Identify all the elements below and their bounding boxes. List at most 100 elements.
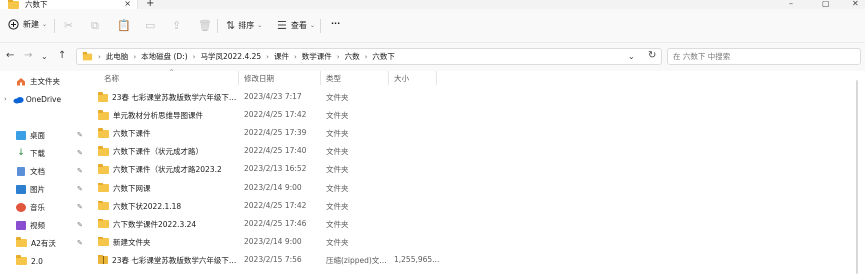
cut-icon[interactable]: ✂ [64, 19, 73, 32]
sidebar-item-a2[interactable]: A2有沃 ✎ [0, 236, 93, 250]
column-header-name[interactable]: 名称 [104, 73, 119, 84]
folder-icon [98, 200, 109, 211]
pin-icon[interactable]: ✎ [77, 131, 83, 139]
file-name-cell[interactable]: 六下数学课件2022.3.24 [98, 218, 238, 230]
table-row[interactable]: 单元教材分析思维导图课件 2022/4/25 17:42 文件夹 [93, 107, 865, 125]
table-row[interactable]: 23春 七彩课堂苏教版数学六年级下册教... 2023/2/15 7:56 压缩(z… [93, 252, 865, 270]
file-name: 23春 七彩课堂苏教版数学六年级下册教... [111, 255, 238, 265]
back-icon[interactable]: ← [6, 50, 14, 61]
file-name-cell[interactable]: 单元教材分析思维导图课件 [98, 110, 238, 121]
breadcrumb-current[interactable]: 六数下 [372, 51, 395, 62]
file-name: 六数下课件（状元成才路2023.2 [113, 165, 222, 175]
table-row[interactable]: 六数下课件（状元成才路） 2022/4/25 17:40 文件夹 [93, 143, 865, 161]
view-button-label: 查看 [290, 21, 307, 30]
file-name-cell[interactable]: 23春 七彩课堂苏教版数学六年级下册教... [98, 92, 238, 103]
sidebar-item-desktop[interactable]: 桌面 ✎ [0, 128, 93, 142]
column-header-type[interactable]: 类型 [326, 73, 341, 84]
breadcrumb-grade6-math[interactable]: 六数 [345, 51, 360, 62]
sidebar-item-pictures[interactable]: 图片 ✎ [0, 182, 93, 196]
address-history-chevron-icon[interactable]: ⌄ [628, 52, 635, 61]
file-name: 六数下网课 [113, 183, 151, 193]
rename-icon[interactable]: ▭ [145, 19, 155, 32]
expand-chevron-icon[interactable]: › [4, 95, 7, 103]
file-name-cell[interactable]: 六数下课件（状元成才路） [98, 146, 238, 157]
sort-button[interactable]: ⇅ 排序 ⌄ [226, 19, 262, 32]
desktop-icon [16, 130, 26, 140]
sidebar-item-home[interactable]: 主文件夹 [0, 74, 93, 88]
table-row[interactable]: 六数下状2022.1.18 2022/4/25 17:42 文件夹 [93, 198, 865, 216]
video-icon [16, 220, 26, 230]
sidebar-item-music[interactable]: 音乐 ✎ [0, 200, 93, 214]
column-divider[interactable] [436, 71, 437, 85]
recent-chevron-icon[interactable]: ⌄ [41, 52, 48, 61]
pin-icon[interactable]: ✎ [77, 221, 83, 229]
column-header-modified[interactable]: 修改日期 [244, 73, 274, 84]
pin-icon[interactable]: ✎ [77, 149, 83, 157]
view-button[interactable]: ☰ 查看 ⌄ [277, 19, 315, 32]
refresh-icon[interactable]: ↻ [648, 50, 656, 61]
file-name-cell[interactable]: 23春 七彩课堂苏教版数学六年级下册教... [98, 254, 238, 266]
sidebar-item-onedrive[interactable]: › OneDrive [0, 92, 93, 106]
sidebar-item-label: 视频 [30, 220, 45, 230]
pin-icon[interactable]: ✎ [77, 167, 83, 175]
delete-icon[interactable]: 🗑 [198, 19, 212, 32]
table-row[interactable]: 六下数学课件2022.3.24 2022/4/25 17:46 文件夹 [93, 216, 865, 234]
file-date: 2022/4/25 17:40 [244, 146, 307, 156]
new-button[interactable]: 新建 ⌄ [8, 19, 47, 30]
breadcrumb-this-pc[interactable]: 此电脑 [106, 51, 129, 62]
breadcrumb-user-folder[interactable]: 马学凤2022.4.25 [200, 51, 261, 62]
table-row[interactable]: 新建文件夹 2023/2/14 9:00 文件夹 [93, 234, 865, 252]
breadcrumb-courseware[interactable]: 课件 [274, 51, 289, 62]
minimize-icon[interactable]: – [789, 0, 793, 8]
zip-folder-icon [98, 254, 108, 265]
close-window-icon[interactable]: ✕ [852, 0, 859, 8]
search-input[interactable]: 在 六数下 中搜索 [667, 48, 861, 65]
pin-icon[interactable]: ✎ [77, 239, 83, 247]
forward-icon[interactable]: → [24, 50, 32, 61]
table-row[interactable]: 六数下课件（状元成才路2023.2 2023/2/13 16:52 文件夹 [93, 161, 865, 179]
breadcrumb-math-courseware[interactable]: 数学课件 [302, 51, 332, 62]
sidebar-item-label: OneDrive [25, 94, 62, 104]
sidebar-item-label: 桌面 [30, 130, 45, 140]
share-icon[interactable]: ⇪ [172, 19, 181, 32]
file-name-cell[interactable]: 新建文件夹 [98, 236, 238, 248]
vertical-scrollbar[interactable] [856, 80, 858, 274]
more-options-button[interactable]: ··· [331, 19, 340, 28]
table-row[interactable]: 六数下课件 2022/4/25 17:39 文件夹 [93, 125, 865, 143]
table-row[interactable]: 六数下网课 2023/2/14 9:00 文件夹 [93, 180, 865, 198]
pin-icon[interactable]: ✎ [77, 185, 83, 193]
tab-close-button[interactable]: × [124, 0, 131, 8]
file-date: 2023/2/14 9:00 [244, 236, 302, 246]
column-divider[interactable] [238, 71, 239, 85]
sidebar-item-videos[interactable]: 视频 ✎ [0, 218, 93, 232]
new-tab-button[interactable]: + [146, 0, 154, 9]
sidebar-item-downloads[interactable]: ↓ 下载 ✎ [0, 146, 93, 160]
tab-active[interactable]: 六数下 × [0, 0, 138, 9]
sidebar-item-2-0[interactable]: 2.0 [0, 254, 93, 268]
maximize-icon[interactable]: ▢ [822, 0, 830, 8]
file-name-cell[interactable]: 六数下课件（状元成才路2023.2 [98, 164, 238, 175]
navigation-pane: 主文件夹 › OneDrive 桌面 ✎ ↓ 下载 ✎ 文档 ✎ 图片 ✎ 音乐… [0, 71, 93, 276]
paste-icon[interactable]: 📋 [117, 19, 131, 32]
column-divider[interactable] [320, 71, 321, 85]
address-bar[interactable]: › 此电脑 › 本地磁盘 (D:) › 马学凤2022.4.25 › 课件 › … [76, 48, 662, 65]
file-name: 六数下课件（状元成才路） [113, 147, 203, 157]
copy-icon[interactable]: ⧉ [91, 19, 99, 33]
up-icon[interactable]: ↑ [58, 50, 66, 61]
sidebar-item-documents[interactable]: 文档 ✎ [0, 164, 93, 178]
cloud-icon [13, 96, 24, 103]
pin-icon[interactable]: ✎ [77, 203, 83, 211]
file-name-cell[interactable]: 六数下课件 [98, 128, 238, 139]
table-row[interactable]: 23春 七彩课堂苏教版数学六年级下册教... 2023/4/23 7:17 文件夹 [93, 89, 865, 107]
file-name-cell[interactable]: 六数下状2022.1.18 [98, 200, 238, 212]
column-header-size[interactable]: 大小 [394, 73, 409, 84]
column-divider[interactable] [388, 71, 389, 85]
file-name-cell[interactable]: 六数下网课 [98, 182, 238, 194]
file-type: 文件夹 [326, 129, 349, 139]
new-button-label: 新建 [23, 20, 39, 29]
breadcrumb-local-disk[interactable]: 本地磁盘 (D:) [141, 51, 188, 62]
download-icon: ↓ [17, 147, 25, 158]
sidebar-item-label: 音乐 [30, 202, 45, 212]
sidebar-item-label: 2.0 [31, 256, 43, 266]
chevron-down-icon: ⌄ [42, 21, 48, 28]
